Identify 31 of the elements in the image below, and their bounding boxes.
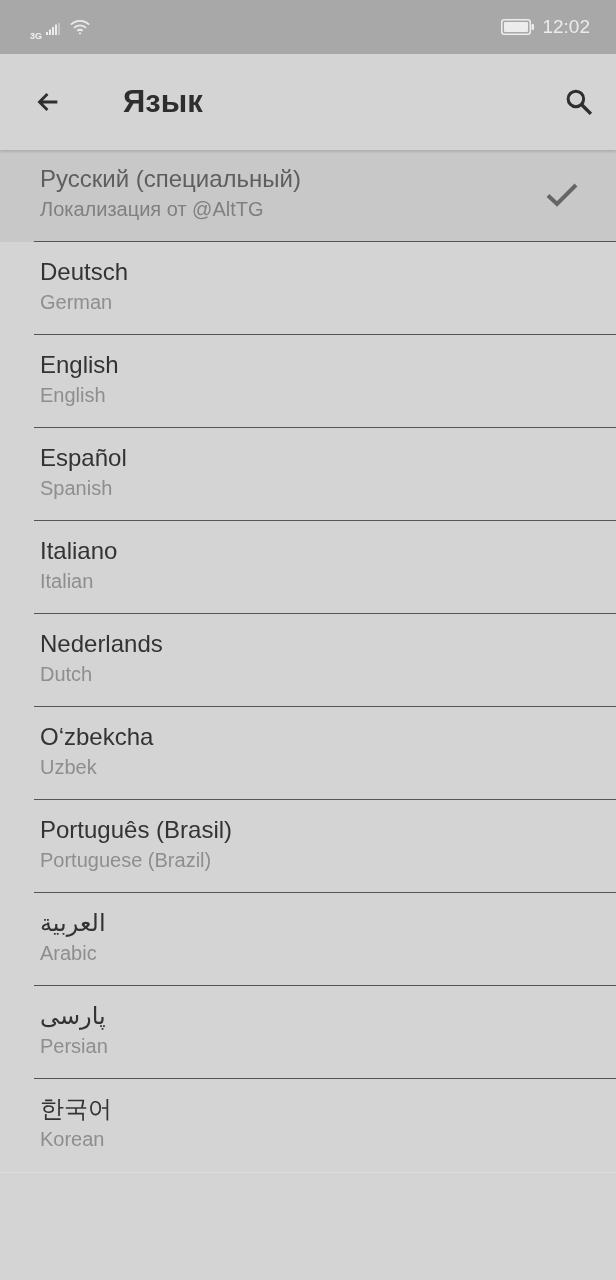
language-name: English	[40, 350, 119, 380]
language-name: Nederlands	[40, 629, 163, 659]
language-subtitle: English	[40, 383, 106, 408]
language-name: O‘zbekcha	[40, 722, 154, 752]
checkmark-icon	[546, 183, 578, 207]
language-name: 한국어	[40, 1094, 112, 1124]
network-type: 3G	[30, 30, 42, 41]
language-subtitle: Uzbek	[40, 755, 97, 780]
language-name: العربية	[40, 908, 106, 938]
language-name: Italiano	[40, 536, 118, 566]
language-subtitle: Dutch	[40, 662, 93, 687]
language-name: Deutsch	[40, 257, 129, 287]
language-name: Español	[40, 443, 127, 473]
language-subtitle: Arabic	[40, 941, 97, 966]
battery-icon	[501, 19, 535, 35]
wifi-icon	[70, 19, 90, 35]
language-subtitle: Italian	[40, 569, 94, 594]
language-name: Português (Brasil)	[40, 815, 233, 845]
language-subtitle: Spanish	[40, 476, 113, 501]
language-subtitle: Korean	[40, 1127, 105, 1152]
language-subtitle: German	[40, 290, 113, 315]
search-icon[interactable]	[564, 87, 594, 117]
clock-time: 12:02	[542, 16, 590, 38]
screen-title: Язык	[123, 84, 203, 120]
language-name: Русский (специальный)	[40, 164, 301, 194]
language-item[interactable]: Русский (специальный) Локализация от @AltTG	[0, 150, 616, 242]
language-subtitle: Portuguese (Brazil)	[40, 848, 212, 873]
language-name: پارسی	[40, 1001, 106, 1031]
signal-icon	[46, 23, 60, 35]
language-subtitle: Локализация от @AltTG	[40, 197, 264, 222]
language-subtitle: Persian	[40, 1034, 108, 1059]
